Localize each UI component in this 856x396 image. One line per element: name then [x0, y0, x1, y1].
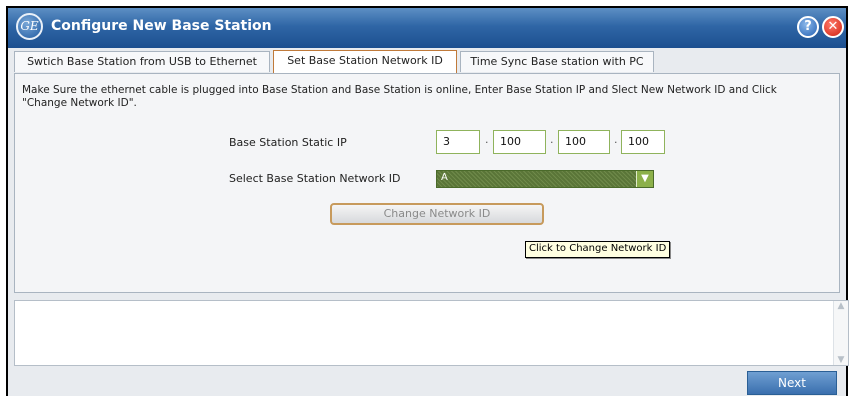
log-scrollbar[interactable]: ▲ ▼ — [833, 301, 848, 365]
tab-switch-usb-ethernet[interactable]: Swtich Base Station from USB to Ethernet — [14, 51, 270, 72]
ip-separator: · — [485, 136, 489, 149]
ge-logo-icon: GE — [16, 13, 43, 40]
ip-octet-1-input[interactable]: 3 — [436, 130, 480, 154]
ip-separator: · — [614, 136, 618, 149]
close-icon: ✕ — [827, 19, 839, 34]
chevron-down-icon[interactable]: ▼ — [636, 171, 653, 187]
ip-octet-2-input[interactable]: 100 — [493, 130, 546, 154]
network-id-select[interactable]: A ▼ — [436, 170, 654, 188]
ip-octet-4-input[interactable]: 100 — [621, 130, 665, 154]
scroll-up-icon[interactable]: ▲ — [835, 301, 847, 311]
output-log[interactable]: ▲ ▼ — [14, 300, 849, 366]
help-icon: ? — [804, 19, 812, 34]
instructions-text: Make Sure the ethernet cable is plugged … — [22, 84, 777, 109]
next-button[interactable]: Next — [747, 371, 837, 395]
close-button[interactable]: ✕ — [822, 16, 844, 38]
tab-panel: Make Sure the ethernet cable is plugged … — [14, 73, 840, 293]
window-title: Configure New Base Station — [51, 18, 272, 34]
scroll-down-icon[interactable]: ▼ — [835, 355, 847, 365]
tooltip: Click to Change Network ID — [525, 241, 671, 258]
network-id-value: A — [441, 172, 448, 183]
tab-set-network-id[interactable]: Set Base Station Network ID — [273, 50, 457, 73]
static-ip-label: Base Station Static IP — [229, 136, 347, 149]
help-button[interactable]: ? — [797, 16, 819, 38]
network-id-label: Select Base Station Network ID — [229, 172, 401, 185]
ip-separator: · — [550, 136, 554, 149]
change-network-id-button[interactable]: Change Network ID — [330, 203, 544, 225]
dialog-window: GE Configure New Base Station ? ✕ Swtich… — [6, 6, 849, 396]
tab-time-sync[interactable]: Time Sync Base station with PC — [460, 51, 654, 72]
title-bar[interactable]: GE Configure New Base Station ? ✕ — [8, 8, 846, 48]
ip-octet-3-input[interactable]: 100 — [558, 130, 610, 154]
